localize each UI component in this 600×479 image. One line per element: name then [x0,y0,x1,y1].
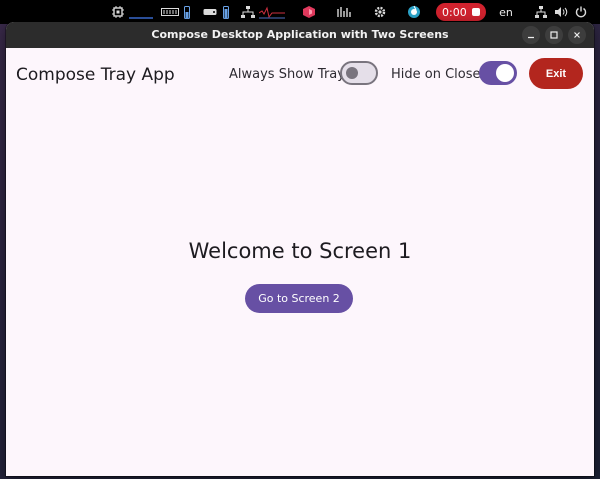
minimize-button[interactable] [522,26,540,44]
recording-indicator[interactable]: 0:00 [436,3,486,21]
close-button[interactable] [568,26,586,44]
battery-icon[interactable] [182,0,192,24]
volume-icon[interactable] [554,0,568,24]
welcome-heading: Welcome to Screen 1 [188,239,412,263]
network-icon[interactable] [534,0,548,24]
window-titlebar[interactable]: Compose Desktop Application with Two Scr… [6,22,594,48]
stats-icon[interactable] [336,0,352,24]
network-graph-icon[interactable] [258,0,286,24]
top-panel: 0:00 en [0,0,600,24]
storage-icon[interactable] [160,0,180,24]
cpu-icon[interactable] [110,0,126,24]
network-icon[interactable] [240,0,256,24]
app-icon[interactable] [302,0,316,24]
app-title: Compose Tray App [16,65,175,85]
go-to-screen-2-button[interactable]: Go to Screen 2 [245,284,353,313]
always-show-tray-label: Always Show Tray [229,67,345,82]
app-window: Compose Desktop Application with Two Scr… [6,22,594,476]
power-icon[interactable] [574,0,588,24]
maximize-button[interactable] [545,26,563,44]
close-icon [574,32,580,38]
language-indicator[interactable]: en [496,0,516,24]
exit-button[interactable]: Exit [529,58,583,89]
drive-icon[interactable] [202,0,218,24]
window-title: Compose Desktop Application with Two Scr… [151,28,449,41]
maximize-icon [550,31,558,39]
hide-on-close-switch[interactable] [479,61,517,85]
switch-knob [496,64,514,82]
recording-time: 0:00 [442,5,467,19]
browser-icon[interactable] [406,0,422,24]
minimize-icon [528,36,534,39]
memory-graph-icon[interactable] [128,0,154,24]
switch-knob [346,67,358,79]
gear-icon[interactable] [372,0,388,24]
stop-icon [471,8,480,16]
battery-icon[interactable] [221,0,231,24]
hide-on-close-label: Hide on Close [391,67,481,82]
always-show-tray-switch[interactable] [340,61,378,85]
